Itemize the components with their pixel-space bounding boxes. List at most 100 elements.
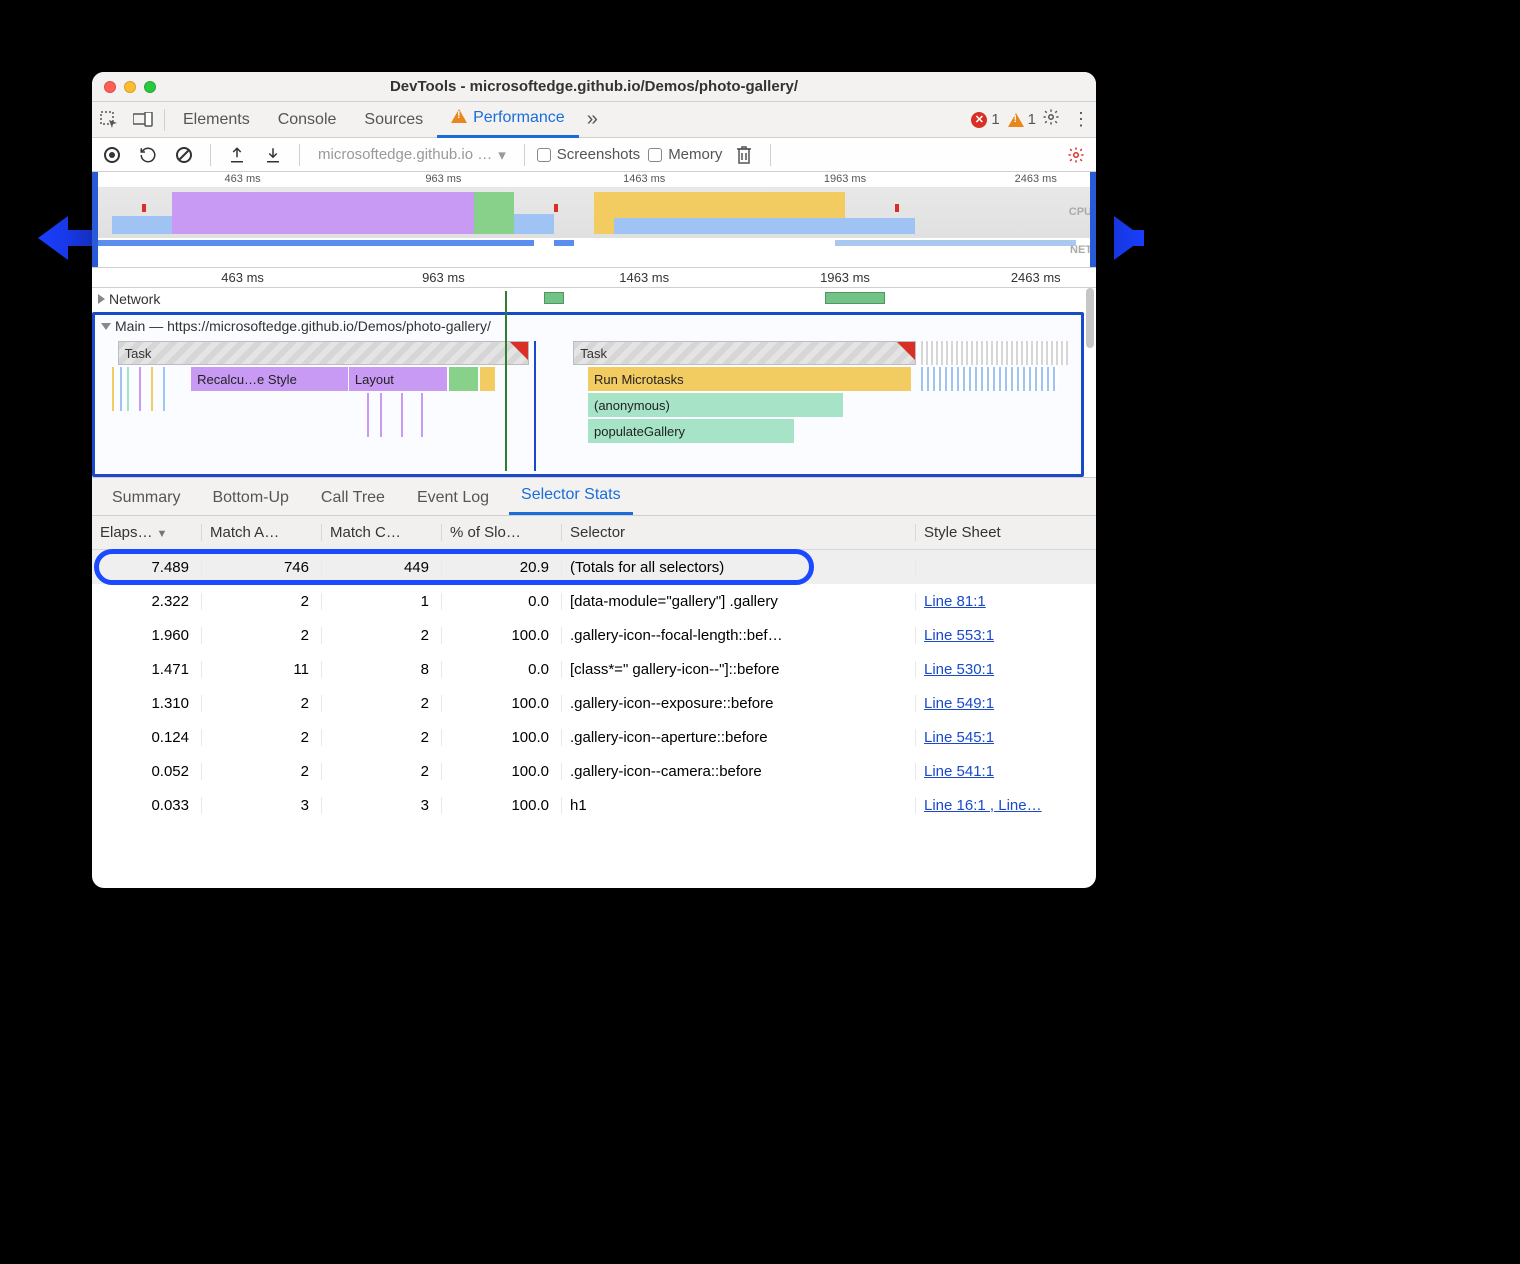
table-cell: 746: [202, 559, 322, 576]
inspect-icon[interactable]: [92, 102, 126, 138]
overview-handle-left[interactable]: [92, 172, 98, 267]
stylesheet-link[interactable]: Line 541:1: [924, 763, 994, 780]
tab-sources[interactable]: Sources: [350, 102, 437, 138]
annotation-arrow-left: [38, 216, 68, 260]
table-cell[interactable]: Line 553:1: [916, 627, 1096, 644]
marker-line: [534, 341, 536, 471]
table-row[interactable]: 7.48974644920.9(Totals for all selectors…: [92, 550, 1096, 584]
table-cell: 0.124: [92, 729, 202, 746]
flame-events[interactable]: Task Recalcu…e Style Layout Task Run Mic…: [98, 341, 1078, 471]
checkbox-box: [648, 148, 662, 162]
ruler-tick: 463 ms: [225, 173, 261, 185]
settings-icon[interactable]: [1036, 108, 1066, 131]
close-icon[interactable]: [104, 81, 116, 93]
stylesheet-link[interactable]: Line 16:1 , Line…: [924, 797, 1042, 814]
table-cell: 1: [322, 593, 442, 610]
upload-icon[interactable]: [223, 141, 251, 169]
table-row[interactable]: 1.4711180.0[class*=" gallery-icon--"]::b…: [92, 652, 1096, 686]
network-track-header[interactable]: Network: [92, 288, 1096, 310]
table-row[interactable]: 0.05222100.0.gallery-icon--camera::befor…: [92, 754, 1096, 788]
event[interactable]: [480, 367, 495, 391]
scrollbar-thumb[interactable]: [1086, 288, 1094, 348]
event-populate-gallery[interactable]: populateGallery: [588, 419, 794, 443]
event-recalc-style[interactable]: Recalcu…e Style: [191, 367, 348, 391]
event-layout[interactable]: Layout: [349, 367, 447, 391]
collect-garbage-icon[interactable]: [730, 141, 758, 169]
table-cell[interactable]: Line 530:1: [916, 661, 1096, 678]
table-cell: 0.0: [442, 593, 562, 610]
table-cell: 1.310: [92, 695, 202, 712]
tab-bottom-up[interactable]: Bottom-Up: [200, 481, 300, 515]
col-match-attempts[interactable]: Match A…: [202, 524, 322, 541]
event-anonymous[interactable]: (anonymous): [588, 393, 843, 417]
recording-dropdown[interactable]: microsoftedge.github.io … ▾: [312, 146, 512, 164]
table-cell: 1.471: [92, 661, 202, 678]
table-cell: .gallery-icon--camera::before: [562, 763, 916, 780]
screenshots-checkbox[interactable]: Screenshots: [537, 146, 640, 163]
table-cell[interactable]: Line 549:1: [916, 695, 1096, 712]
overview-timeline[interactable]: 463 ms 963 ms 1463 ms 1963 ms 2463 ms CP…: [92, 172, 1096, 268]
table-row[interactable]: 1.96022100.0.gallery-icon--focal-length:…: [92, 618, 1096, 652]
event-run-microtasks[interactable]: Run Microtasks: [588, 367, 911, 391]
task-label: Task: [580, 346, 607, 361]
col-elapsed[interactable]: Elaps…▼: [92, 524, 202, 541]
event[interactable]: [449, 367, 478, 391]
task-label: Task: [125, 346, 152, 361]
record-button[interactable]: [98, 141, 126, 169]
col-selector[interactable]: Selector: [562, 524, 916, 541]
tab-console[interactable]: Console: [264, 102, 351, 138]
devtools-window: DevTools - microsoftedge.github.io/Demos…: [92, 72, 1096, 888]
zoom-icon[interactable]: [144, 81, 156, 93]
stylesheet-link[interactable]: Line 530:1: [924, 661, 994, 678]
table-cell: 7.489: [92, 559, 202, 576]
stylesheet-link[interactable]: Line 81:1: [924, 593, 986, 610]
device-toggle-icon[interactable]: [126, 102, 160, 138]
error-icon: ✕: [971, 112, 987, 128]
main-track-selection: Main — https://microsoftedge.github.io/D…: [92, 312, 1084, 477]
more-tabs-button[interactable]: »: [579, 108, 606, 131]
download-icon[interactable]: [259, 141, 287, 169]
reload-record-button[interactable]: [134, 141, 162, 169]
table-cell: 0.052: [92, 763, 202, 780]
table-row[interactable]: 1.31022100.0.gallery-icon--exposure::bef…: [92, 686, 1096, 720]
table-cell: 11: [202, 661, 322, 678]
more-menu-icon[interactable]: ⋮: [1066, 109, 1096, 130]
titlebar: DevTools - microsoftedge.github.io/Demos…: [92, 72, 1096, 102]
stylesheet-link[interactable]: Line 545:1: [924, 729, 994, 746]
main-track-header[interactable]: Main — https://microsoftedge.github.io/D…: [95, 315, 1081, 337]
status-badges[interactable]: ✕ 1 1: [971, 111, 1036, 128]
table-row[interactable]: 0.03333100.0h1Line 16:1 , Line…: [92, 788, 1096, 822]
stylesheet-link[interactable]: Line 553:1: [924, 627, 994, 644]
minimize-icon[interactable]: [124, 81, 136, 93]
table-cell: 2: [202, 627, 322, 644]
tab-call-tree[interactable]: Call Tree: [309, 481, 397, 515]
table-cell[interactable]: Line 545:1: [916, 729, 1096, 746]
capture-settings-icon[interactable]: [1062, 141, 1090, 169]
table-cell[interactable]: Line 541:1: [916, 763, 1096, 780]
ruler-tick: 1463 ms: [619, 270, 669, 285]
tab-event-log[interactable]: Event Log: [405, 481, 501, 515]
event-stripes: [921, 367, 1058, 391]
tab-summary[interactable]: Summary: [100, 481, 192, 515]
clear-button[interactable]: [170, 141, 198, 169]
flame-chart[interactable]: Network Main — https://microsoftedge.git…: [92, 288, 1096, 478]
divider: [299, 144, 300, 166]
table-row[interactable]: 0.12422100.0.gallery-icon--aperture::bef…: [92, 720, 1096, 754]
screenshots-label: Screenshots: [557, 146, 640, 163]
tab-performance[interactable]: Performance: [437, 102, 579, 138]
tab-selector-stats[interactable]: Selector Stats: [509, 478, 633, 515]
col-match-count[interactable]: Match C…: [322, 524, 442, 541]
col-style-sheet[interactable]: Style Sheet: [916, 524, 1096, 541]
table-cell: (Totals for all selectors): [562, 559, 916, 576]
stylesheet-link[interactable]: Line 549:1: [924, 695, 994, 712]
overview-handle-right[interactable]: [1090, 172, 1096, 267]
col-pct-slow[interactable]: % of Slo…: [442, 524, 562, 541]
memory-checkbox[interactable]: Memory: [648, 146, 722, 163]
tab-elements[interactable]: Elements: [169, 102, 264, 138]
table-row[interactable]: 2.322210.0[data-module="gallery"] .galle…: [92, 584, 1096, 618]
table-cell: 100.0: [442, 729, 562, 746]
memory-label: Memory: [668, 146, 722, 163]
table-cell[interactable]: Line 16:1 , Line…: [916, 797, 1096, 814]
table-cell[interactable]: Line 81:1: [916, 593, 1096, 610]
tab-performance-label: Performance: [473, 109, 565, 127]
